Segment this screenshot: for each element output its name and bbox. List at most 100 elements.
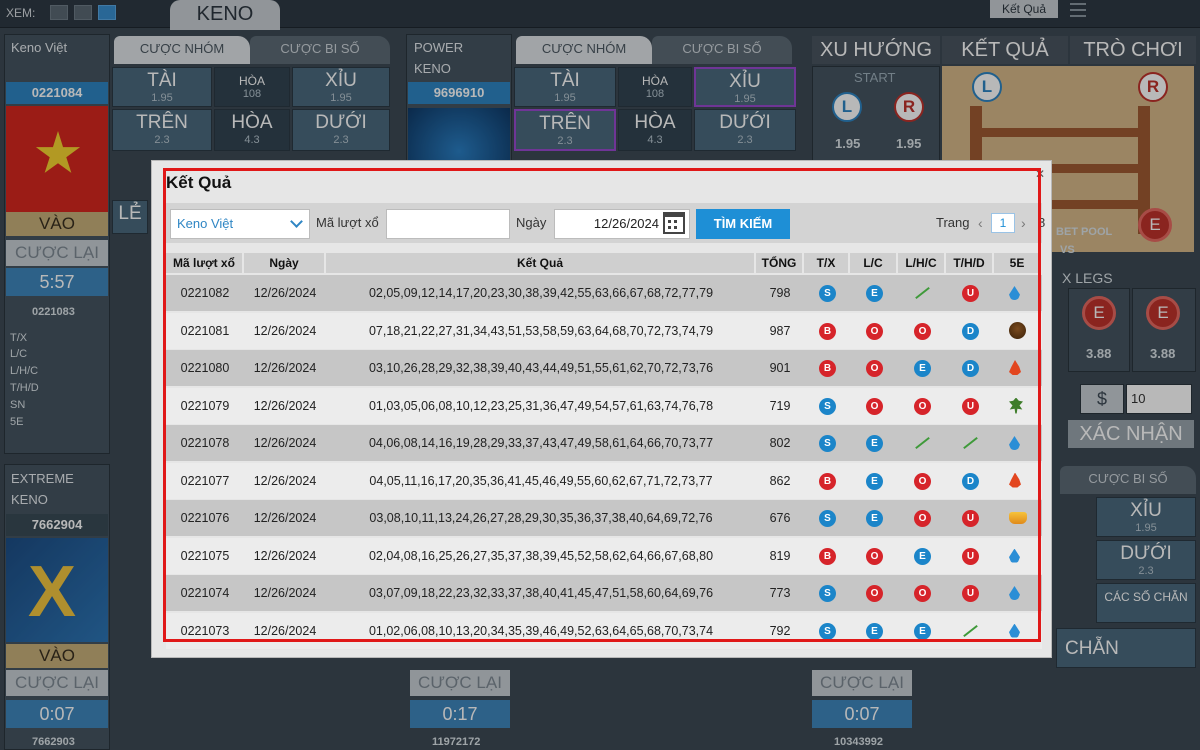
date-cell: 12/26/2024 (253, 548, 317, 563)
lc-cell-badge: E (866, 510, 883, 527)
col-5e: 5E (994, 253, 1040, 273)
calendar-icon[interactable] (663, 212, 685, 234)
filter-bar: Keno Việt Mã lượt xổ Ngày 12/26/2024 TÌM… (166, 203, 1046, 243)
date-cell: 12/26/2024 (253, 361, 317, 375)
page-label: Trang (936, 215, 970, 230)
date-cell: 12/26/2024 (253, 473, 317, 488)
numbers-cell: 03,10,26,28,29,32,38,39,40,43,44,49,51,5… (368, 361, 714, 375)
water-icon (1009, 623, 1020, 638)
lhc-cell-badge: E (914, 622, 931, 640)
table-row: 0221080 12/26/2024 03,10,26,28,29,32,38,39… (166, 350, 1042, 386)
numbers-cell: 07,18,21,22,27,31,34,43,51,53,58,59,63,6… (368, 323, 714, 338)
draw-id-cell: 0221081 (180, 323, 230, 338)
lc-cell-badge: E (866, 472, 883, 490)
table-row: 0221082 12/26/2024 02,05,09,12,14,17,20,23… (166, 275, 1042, 311)
close-icon[interactable]: ✕ (1035, 167, 1045, 181)
lc-cell-badge: O (866, 360, 883, 377)
next-page-icon[interactable]: › (1021, 215, 1026, 231)
lc-cell-badge: E (866, 435, 883, 452)
numbers-cell: 03,08,10,11,13,24,26,27,28,29,30,35,36,3… (369, 511, 713, 525)
table-row: 0221079 12/26/2024 01,03,05,06,08,10,12,23… (166, 387, 1042, 424)
slash-icon (961, 623, 979, 639)
wood-icon (1009, 397, 1023, 414)
water-icon (1009, 548, 1020, 563)
total-cell: 792 (769, 623, 791, 638)
table-row: 0221076 12/26/2024 03,08,10,11,13,24,26,27… (166, 500, 1042, 536)
col-total: TỔNG (756, 253, 804, 273)
draw-id-cell: 0221078 (180, 436, 230, 450)
thd-cell-badge: D (962, 322, 979, 340)
total-cell: 862 (769, 473, 791, 488)
date-cell: 12/26/2024 (253, 586, 317, 600)
thd-cell-badge: U (962, 510, 979, 527)
modal-title: Kết Quả (166, 173, 232, 192)
numbers-cell: 02,05,09,12,14,17,20,23,30,38,39,42,55,6… (368, 286, 714, 300)
lhc-cell-badge: E (914, 360, 931, 377)
draw-id-cell: 0221074 (180, 586, 230, 600)
col-result: Kết Quả (326, 253, 756, 273)
slash-icon (961, 435, 979, 451)
fire-icon (1009, 360, 1021, 375)
tx-cell-badge: B (819, 472, 836, 490)
tx-cell-badge: B (819, 360, 836, 377)
table-header: Mã lượt xổ Ngày Kết Quả TỔNG T/X L/C L/H… (166, 253, 1042, 273)
earth-icon (1009, 321, 1026, 339)
numbers-cell: 02,04,08,16,25,26,27,35,37,38,39,45,52,5… (368, 548, 714, 563)
chevron-down-icon (290, 215, 303, 228)
lhc-cell-badge: O (914, 510, 931, 527)
page-total: 8 (1038, 215, 1046, 230)
numbers-cell: 01,03,05,06,08,10,12,23,25,31,36,47,49,5… (368, 398, 714, 413)
lc-cell-badge: O (866, 397, 883, 415)
search-button[interactable]: TÌM KIẾM (696, 209, 790, 239)
table-row: 0221077 12/26/2024 04,05,11,16,17,20,35,36… (166, 462, 1042, 499)
tx-cell-badge: S (819, 397, 836, 415)
numbers-cell: 03,07,09,18,22,23,32,33,37,38,40,41,45,4… (368, 586, 714, 600)
draw-id-cell: 0221073 (180, 623, 230, 638)
total-cell: 798 (769, 286, 791, 300)
total-cell: 819 (769, 548, 791, 563)
metal-icon (1009, 512, 1027, 524)
lc-cell-badge: E (866, 622, 883, 640)
prev-page-icon[interactable]: ‹ (978, 215, 983, 231)
tx-cell-badge: B (819, 547, 836, 565)
total-cell: 987 (769, 323, 791, 338)
thd-cell-badge: U (962, 547, 979, 565)
tx-cell-badge: S (819, 285, 836, 302)
total-cell: 676 (769, 511, 791, 525)
results-modal: Kết Quả ✕ Keno Việt Mã lượt xổ Ngày 12/2… (151, 160, 1052, 658)
thd-cell-badge: D (962, 360, 979, 377)
slash-icon (913, 285, 931, 301)
slash-icon (913, 435, 931, 451)
thd-cell-badge: U (962, 285, 979, 302)
game-select[interactable]: Keno Việt (170, 209, 310, 239)
total-cell: 773 (769, 586, 791, 600)
thd-cell-badge: U (962, 397, 979, 415)
water-icon (1009, 436, 1020, 450)
col-lc: L/C (850, 253, 898, 273)
date-cell: 12/26/2024 (253, 286, 317, 300)
draw-id-input[interactable] (386, 209, 510, 239)
water-icon (1009, 286, 1020, 300)
date-cell: 12/26/2024 (253, 511, 317, 525)
lc-cell-badge: O (866, 585, 883, 602)
fire-icon (1009, 472, 1021, 488)
draw-id-label: Mã lượt xổ (316, 215, 379, 230)
page-input[interactable]: 1 (991, 213, 1015, 233)
draw-id-cell: 0221077 (180, 473, 230, 488)
lc-cell-badge: O (866, 322, 883, 340)
col-date: Ngày (244, 253, 326, 273)
numbers-cell: 01,02,06,08,10,13,20,34,35,39,46,49,52,6… (368, 623, 714, 638)
table-row: 0221081 12/26/2024 07,18,21,22,27,31,34,43… (166, 312, 1042, 349)
table-row: 0221075 12/26/2024 02,04,08,16,25,26,27,35… (166, 537, 1042, 574)
total-cell: 901 (769, 361, 791, 375)
draw-id-cell: 0221075 (180, 548, 230, 563)
numbers-cell: 04,06,08,14,16,19,28,29,33,37,43,47,49,5… (368, 436, 714, 450)
tx-cell-badge: S (819, 435, 836, 452)
col-thd: T/H/D (946, 253, 994, 273)
draw-id-cell: 0221082 (180, 286, 230, 300)
draw-id-cell: 0221076 (180, 511, 230, 525)
thd-cell-badge: D (962, 472, 979, 490)
lhc-cell-badge: O (914, 585, 931, 602)
lc-cell-badge: E (866, 285, 883, 302)
numbers-cell: 04,05,11,16,17,20,35,36,41,45,46,49,55,6… (369, 473, 713, 488)
